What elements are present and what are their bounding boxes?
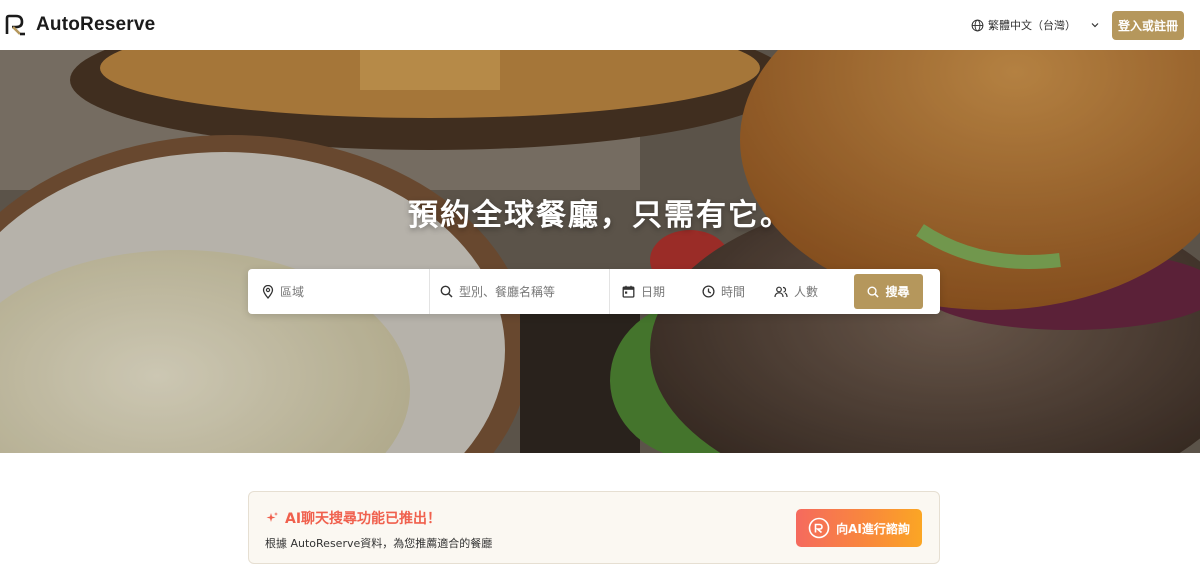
map-pin-icon	[262, 284, 274, 299]
search-bar: 區域 型別、餐廳名稱等 日期 時間 人數 搜尋	[248, 269, 940, 314]
keyword-input[interactable]: 型別、餐廳名稱等	[430, 269, 610, 314]
sparkle-icon	[266, 512, 278, 522]
date-picker[interactable]: 日期	[610, 269, 694, 314]
ask-ai-button[interactable]: 向AI進行諮詢	[796, 509, 922, 547]
area-placeholder: 區域	[280, 285, 305, 299]
ai-banner-title: AI聊天搜尋功能已推出！	[285, 511, 442, 527]
brand-name: AutoReserve	[36, 14, 156, 35]
date-label: 日期	[641, 285, 666, 299]
party-size-picker[interactable]: 人數	[766, 269, 852, 314]
brand[interactable]: AutoReserve	[4, 13, 155, 37]
time-label: 時間	[721, 285, 746, 299]
ai-chat-icon	[808, 517, 830, 539]
calendar-icon	[622, 285, 635, 298]
globe-icon	[971, 19, 984, 31]
chevron-down-icon	[1091, 23, 1099, 28]
top-header: AutoReserve 繁體中文（台灣） 登入或註冊	[0, 0, 1200, 50]
hero-banner: 預約全球餐廳，只需有它。 區域 型別、餐廳名稱等 日期 時間 人數 搜尋	[0, 50, 1200, 453]
autoreserve-logo-icon	[5, 14, 25, 36]
ai-chat-banner: AI聊天搜尋功能已推出！ 根據 AutoReserve資料，為您推薦適合的餐廳 …	[248, 491, 940, 564]
hero-title: 預約全球餐廳，只需有它。	[408, 198, 792, 233]
search-button-label: 搜尋	[885, 285, 910, 299]
clock-icon	[702, 285, 715, 298]
login-button[interactable]: 登入或註冊	[1111, 10, 1184, 40]
ask-ai-label: 向AI進行諮詢	[836, 521, 910, 536]
language-label: 繁體中文（台灣）	[987, 19, 1076, 32]
language-selector[interactable]: 繁體中文（台灣）	[971, 17, 1100, 33]
people-label: 人數	[794, 285, 819, 299]
ai-banner-subtitle: 根據 AutoReserve資料，為您推薦適合的餐廳	[265, 537, 493, 550]
search-icon	[440, 285, 453, 298]
time-picker[interactable]: 時間	[694, 269, 766, 314]
keyword-placeholder: 型別、餐廳名稱等	[459, 285, 556, 299]
area-input[interactable]: 區域	[248, 269, 430, 314]
search-icon	[867, 286, 880, 298]
people-icon	[774, 286, 788, 297]
search-button[interactable]: 搜尋	[854, 274, 923, 309]
